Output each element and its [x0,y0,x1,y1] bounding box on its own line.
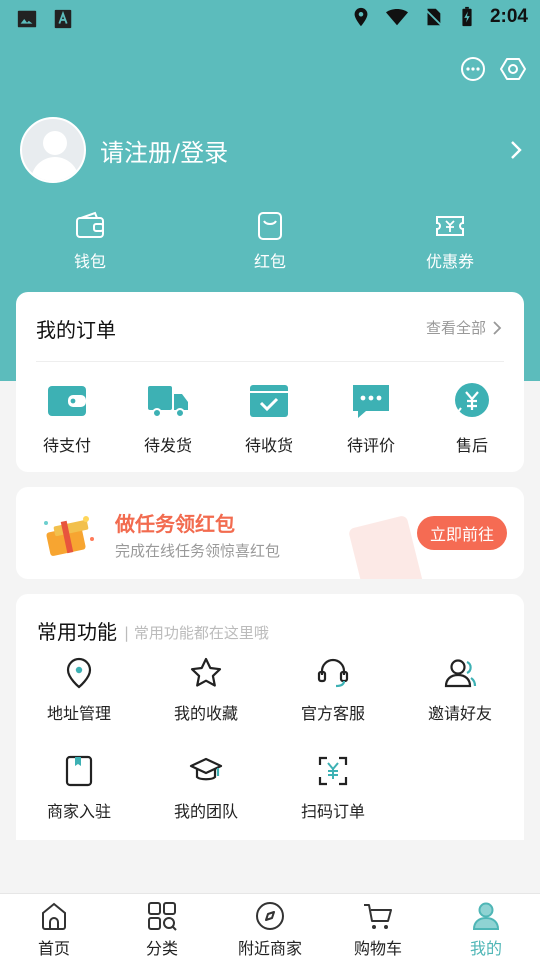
avatar[interactable] [20,117,86,183]
address-management[interactable]: 地址管理 [24,656,134,724]
orders-title: 我的订单 [36,318,116,342]
merchant-onboarding[interactable]: 商家入驻 [24,754,134,822]
cart-icon [364,904,392,929]
settings-icon[interactable] [500,56,526,82]
coupon-button[interactable]: 优惠券 [390,210,510,272]
order-pending-receipt[interactable]: 待收货 [219,382,319,456]
tab-mine[interactable]: 我的 [436,900,536,959]
tab-cart[interactable]: 购物车 [328,900,428,959]
scan-icon [318,756,348,786]
headset-icon [317,658,349,688]
tab-nearby-merchants[interactable]: 附近商家 [220,900,320,959]
bottom-tab-bar: 首页 分类 附近商家 购物车 我的 [0,893,540,960]
clock: 2:04 [489,6,528,27]
user-icon [472,902,500,930]
functions-subtitle: | 常用功能都在这里哦 [124,624,269,642]
tab-home[interactable]: 首页 [4,900,104,959]
divider [36,361,504,362]
my-favorites[interactable]: 我的收藏 [151,656,261,724]
task-subtitle: 完成在线任务领惊喜红包 [115,542,281,560]
no-sim-icon [424,8,442,26]
compass-icon [256,902,284,930]
pending-review-icon [353,385,389,418]
pending-receipt-icon [250,385,288,417]
order-after-sales[interactable]: 售后 [422,382,522,456]
pending-shipment-icon [148,386,188,418]
scan-order[interactable]: 扫码订单 [278,754,388,822]
pending-payment-icon [48,386,86,416]
profile-login-row[interactable]: 请注册/登录 [20,116,530,184]
view-all-orders-link[interactable]: 查看全部 [426,317,502,338]
wallet-icon [76,211,104,238]
task-red-packet-banner[interactable]: 做任务领红包 完成在线任务领惊喜红包 立即前往 [16,487,524,579]
battery-charging-icon [462,6,472,27]
chevron-right-icon [493,320,502,335]
wallet-button[interactable]: 钱包 [30,210,150,272]
common-functions-card: 常用功能 | 常用功能都在这里哦 地址管理 我的收藏 官方客服 邀请好友 商家入… [16,594,524,840]
wallet-row: 钱包 红包 优惠券 [0,210,540,276]
category-icon [148,902,177,931]
invite-friends[interactable]: 邀请好友 [405,656,515,724]
after-sales-icon [454,383,489,417]
image-icon [17,10,37,28]
wifi-icon [385,8,408,26]
red-packet-button[interactable]: 红包 [210,210,330,272]
location-icon [354,7,368,27]
order-pending-shipment[interactable]: 待发货 [118,382,218,456]
my-team[interactable]: 我的团队 [151,754,261,822]
coupon-icon [436,216,464,236]
order-pending-payment[interactable]: 待支付 [17,382,117,456]
book-icon [65,755,93,787]
official-customer-service[interactable]: 官方客服 [278,656,388,724]
gift-icon [44,516,94,556]
orders-card: 我的订单 查看全部 待支付 待发货 待收货 待评价 售后 [16,292,524,472]
chevron-right-icon[interactable] [508,138,524,162]
task-title: 做任务领红包 [115,512,235,536]
status-bar: 2:04 [0,0,540,36]
red-packet-icon [258,212,282,240]
functions-title: 常用功能 [37,620,117,644]
invite-user-icon [444,659,477,688]
tab-category[interactable]: 分类 [112,900,212,959]
location-pin-icon [66,657,92,689]
graduation-cap-icon [189,757,223,781]
order-pending-review[interactable]: 待评价 [321,382,421,456]
login-link[interactable]: 请注册/登录 [100,133,228,168]
message-icon[interactable] [460,56,486,82]
star-icon [190,657,222,687]
go-now-button[interactable]: 立即前往 [417,516,507,550]
font-icon [54,9,72,29]
home-icon [42,902,66,930]
